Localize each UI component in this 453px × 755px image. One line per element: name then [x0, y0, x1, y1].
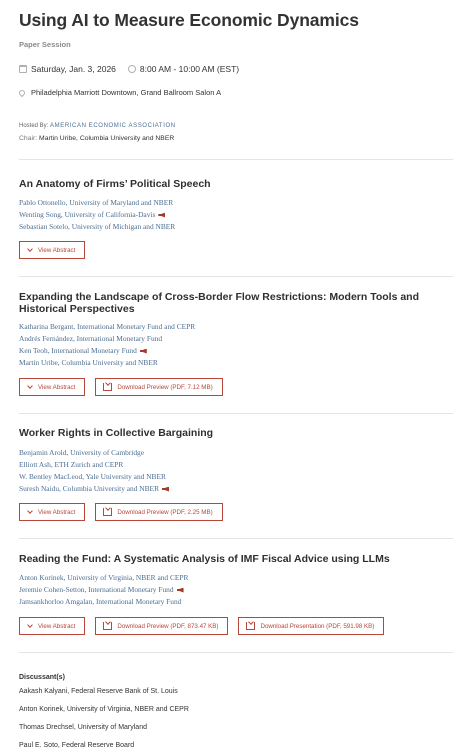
- author-item[interactable]: Benjamin Arold, University of Cambridge: [19, 447, 169, 459]
- author-name[interactable]: Benjamin Arold, University of Cambridge: [19, 447, 144, 459]
- divider: [19, 159, 453, 160]
- download-presentation-button[interactable]: Download Presentation (PDF, 591.98 KB): [238, 617, 385, 635]
- button-label: View Abstract: [38, 383, 76, 391]
- author-name[interactable]: Elliott Ash, ETH Zurich and CEPR: [19, 459, 123, 471]
- button-label: View Abstract: [38, 508, 76, 516]
- view-abstract-button[interactable]: View Abstract: [19, 241, 86, 259]
- chevron-down-icon: [27, 382, 33, 389]
- download-icon: [103, 508, 113, 516]
- chair-name: Martin Uribe, Columbia University and NB…: [39, 135, 175, 142]
- chair-label: Chair:: [19, 135, 38, 142]
- session-date: Saturday, Jan. 3, 2026: [31, 64, 116, 74]
- author-name[interactable]: Pablo Ottonello, University of Maryland …: [19, 197, 173, 209]
- chevron-down-icon: [27, 621, 33, 628]
- session-location-text: Philadelphia Marriott Downtown, Grand Ba…: [31, 88, 222, 97]
- author-item[interactable]: Ken Teoh, International Monetary Fund: [19, 345, 195, 357]
- discussants-list: Aakash Kalyani, Federal Reserve Bank of …: [19, 686, 189, 755]
- session-time: 8:00 AM - 10:00 AM (EST): [139, 64, 240, 74]
- author-name[interactable]: Sebastian Sotelo, University of Michigan…: [19, 221, 175, 233]
- download-preview-button[interactable]: Download Preview (PDF, 2.25 MB): [95, 503, 223, 521]
- button-label: View Abstract: [38, 622, 76, 630]
- author-item[interactable]: Andrés Fernández, International Monetary…: [19, 333, 195, 345]
- megaphone-icon: [158, 212, 166, 218]
- map-pin-icon: [17, 88, 27, 97]
- divider: [19, 538, 453, 539]
- author-name[interactable]: Anton Korinek, University of Virginia, N…: [19, 572, 188, 584]
- hosted-by-label: Hosted By:: [19, 123, 49, 129]
- author-item[interactable]: Pablo Ottonello, University of Maryland …: [19, 197, 175, 209]
- download-preview-button[interactable]: Download Preview (PDF, 873.47 KB): [95, 617, 229, 635]
- author-name[interactable]: W. Bentley MacLeod, Yale University and …: [19, 471, 166, 483]
- author-name[interactable]: Wenting Song, University of California-D…: [19, 209, 155, 221]
- calendar-icon: [19, 65, 27, 73]
- paper-actions: View Abstract: [19, 241, 86, 259]
- hosted-by-org-link[interactable]: AMERICAN ECONOMIC ASSOCIATION: [50, 123, 176, 129]
- button-label: Download Presentation (PDF, 591.98 KB): [260, 622, 375, 630]
- chevron-down-icon: [27, 507, 33, 514]
- author-name[interactable]: Martin Uribe, Columbia University and NB…: [19, 357, 158, 369]
- author-item[interactable]: Jamsankhorloo Amgalan, International Mon…: [19, 596, 188, 608]
- author-item[interactable]: Katharina Bergant, International Monetar…: [19, 321, 195, 333]
- discussant-item: Aakash Kalyani, Federal Reserve Bank of …: [19, 688, 178, 695]
- view-abstract-button[interactable]: View Abstract: [19, 617, 86, 635]
- view-abstract-button[interactable]: View Abstract: [19, 503, 86, 521]
- paper-actions: View Abstract Download Preview (PDF, 2.2…: [19, 503, 223, 521]
- divider: [19, 413, 453, 414]
- divider: [19, 652, 453, 653]
- author-name[interactable]: Andrés Fernández, International Monetary…: [19, 333, 162, 345]
- paper-authors: Benjamin Arold, University of Cambridge …: [19, 447, 169, 495]
- author-name[interactable]: Suresh Naidu, Columbia University and NB…: [19, 483, 159, 495]
- author-item[interactable]: Jeremie Cohen-Setton, International Mone…: [19, 584, 188, 596]
- author-name[interactable]: Katharina Bergant, International Monetar…: [19, 321, 195, 333]
- author-item[interactable]: Anton Korinek, University of Virginia, N…: [19, 572, 188, 584]
- divider: [19, 276, 453, 277]
- session-location: Philadelphia Marriott Downtown, Grand Ba…: [17, 88, 222, 97]
- paper-title: An Anatomy of Firms’ Political Speech: [19, 178, 211, 190]
- discussants-heading: Discussant(s): [19, 674, 65, 681]
- button-label: Download Preview (PDF, 7.12 MB): [117, 383, 213, 391]
- paper-title: Expanding the Landscape of Cross-Border …: [19, 291, 420, 315]
- download-icon: [103, 383, 113, 391]
- author-item[interactable]: Elliott Ash, ETH Zurich and CEPR: [19, 459, 169, 471]
- session-chair: Chair: Martin Uribe, Columbia University…: [19, 135, 174, 142]
- author-item[interactable]: Suresh Naidu, Columbia University and NB…: [19, 483, 169, 495]
- author-name[interactable]: Jeremie Cohen-Setton, International Mone…: [19, 584, 174, 596]
- clock-icon: [127, 65, 136, 73]
- discussant-item: Paul E. Soto, Federal Reserve Board: [19, 742, 135, 749]
- session-type: Paper Session: [19, 40, 71, 49]
- discussant-item: Anton Korinek, University of Virginia, N…: [19, 706, 189, 713]
- chevron-down-icon: [27, 245, 33, 252]
- paper-title: Reading the Fund: A Systematic Analysis …: [19, 553, 390, 565]
- megaphone-icon: [139, 348, 147, 354]
- button-label: View Abstract: [38, 246, 76, 254]
- paper-title: Worker Rights in Collective Bargaining: [19, 427, 214, 439]
- author-item[interactable]: Sebastian Sotelo, University of Michigan…: [19, 221, 175, 233]
- megaphone-icon: [162, 486, 169, 492]
- download-icon: [246, 622, 256, 630]
- view-abstract-button[interactable]: View Abstract: [19, 378, 86, 396]
- author-item[interactable]: W. Bentley MacLeod, Yale University and …: [19, 471, 169, 483]
- button-label: Download Preview (PDF, 873.47 KB): [117, 622, 219, 630]
- button-label: Download Preview (PDF, 2.25 MB): [117, 508, 213, 516]
- session-datetime: Saturday, Jan. 3, 2026 8:00 AM - 10:00 A…: [19, 64, 239, 74]
- paper-actions: View Abstract Download Preview (PDF, 873…: [19, 617, 385, 635]
- megaphone-icon: [176, 587, 184, 593]
- paper-authors: Pablo Ottonello, University of Maryland …: [19, 197, 175, 233]
- discussant-item: Thomas Drechsel, University of Maryland: [19, 724, 147, 731]
- session-title: Using AI to Measure Economic Dynamics: [19, 10, 359, 30]
- paper-authors: Anton Korinek, University of Virginia, N…: [19, 572, 188, 608]
- paper-actions: View Abstract Download Preview (PDF, 7.1…: [19, 378, 223, 396]
- paper-authors: Katharina Bergant, International Monetar…: [19, 321, 195, 369]
- download-preview-button[interactable]: Download Preview (PDF, 7.12 MB): [95, 378, 223, 396]
- author-item[interactable]: Martin Uribe, Columbia University and NB…: [19, 357, 195, 369]
- author-name[interactable]: Jamsankhorloo Amgalan, International Mon…: [19, 596, 181, 608]
- author-name[interactable]: Ken Teoh, International Monetary Fund: [19, 345, 137, 357]
- author-item[interactable]: Wenting Song, University of California-D…: [19, 209, 175, 221]
- hosted-by: Hosted By: AMERICAN ECONOMIC ASSOCIATION: [19, 123, 176, 129]
- download-icon: [103, 622, 113, 630]
